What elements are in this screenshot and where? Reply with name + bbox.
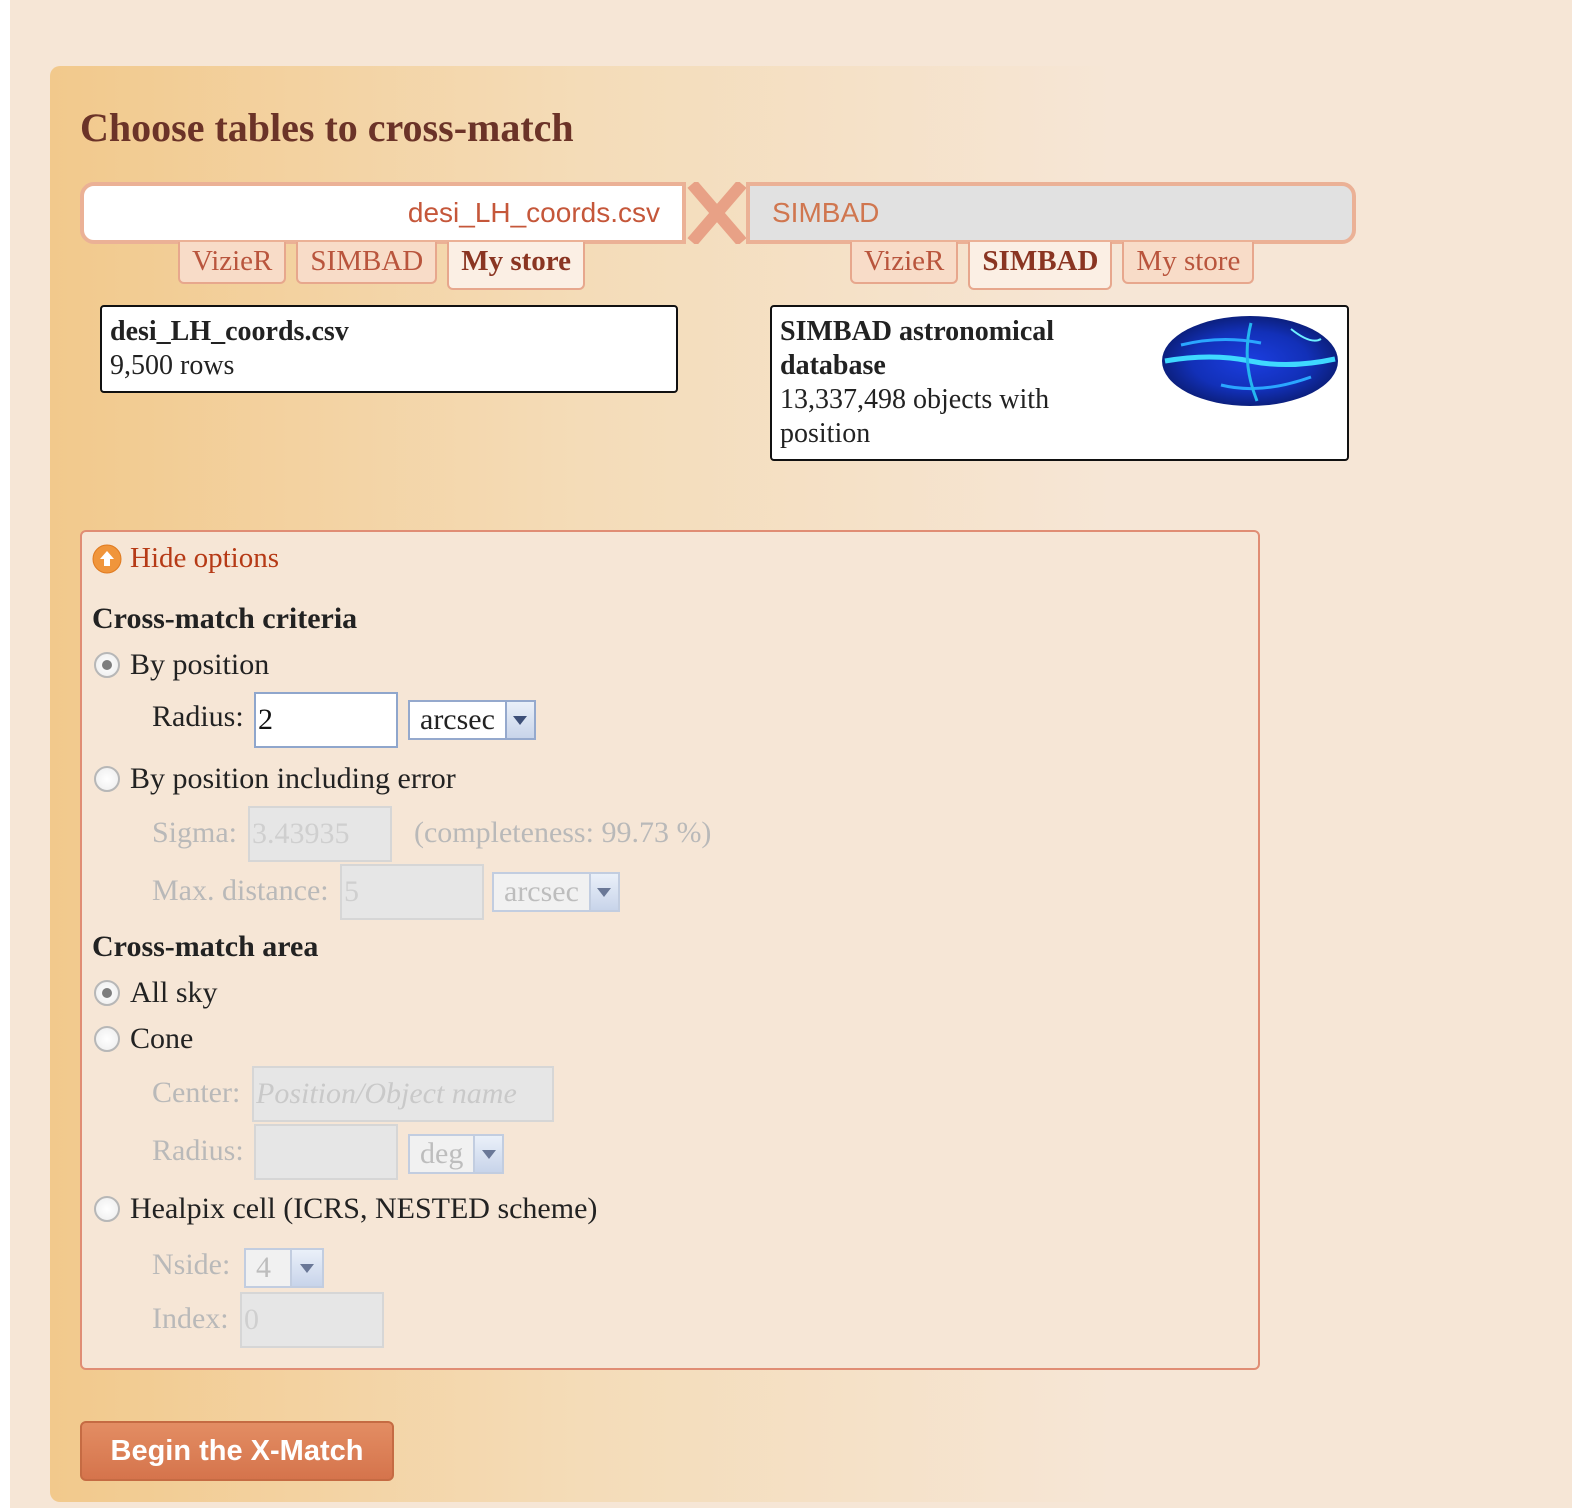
all-sky-option[interactable]: All sky bbox=[94, 976, 218, 1010]
hide-options-toggle[interactable]: Hide options bbox=[92, 542, 279, 575]
nside-value: 4 bbox=[256, 1251, 271, 1284]
by-position-radio[interactable] bbox=[94, 652, 120, 678]
begin-xmatch-button[interactable]: Begin the X-Match bbox=[80, 1421, 394, 1481]
right-table-field[interactable]: SIMBAD bbox=[746, 182, 1356, 244]
options-panel: Hide options Cross-match criteria By pos… bbox=[80, 530, 1260, 1370]
max-distance-input[interactable]: 5 bbox=[340, 864, 484, 920]
radius-unit-select[interactable]: arcsec bbox=[408, 700, 536, 740]
max-distance-unit-value: arcsec bbox=[504, 875, 579, 908]
center-label: Center: bbox=[152, 1076, 241, 1109]
right-info-title-line2: database bbox=[780, 350, 886, 381]
left-info-title: desi_LH_coords.csv bbox=[110, 316, 349, 347]
by-position-error-label: By position including error bbox=[130, 762, 456, 795]
arrow-up-circle-icon bbox=[92, 544, 122, 573]
cone-radius-unit-select[interactable]: deg bbox=[408, 1134, 504, 1174]
by-position-option[interactable]: By position bbox=[94, 648, 269, 682]
cone-radius-input[interactable] bbox=[254, 1124, 398, 1180]
cone-label: Cone bbox=[130, 1022, 194, 1055]
by-position-error-option[interactable]: By position including error bbox=[94, 762, 456, 796]
crossmatch-x-icon bbox=[687, 182, 747, 244]
nside-label: Nside: bbox=[152, 1248, 231, 1281]
page-margin bbox=[0, 0, 10, 1508]
left-table-field[interactable]: desi_LH_coords.csv bbox=[80, 182, 686, 244]
cone-radius-label: Radius: bbox=[152, 1134, 244, 1167]
cone-radius-unit-value: deg bbox=[420, 1137, 464, 1170]
index-label: Index: bbox=[152, 1302, 229, 1335]
all-sky-label: All sky bbox=[130, 976, 218, 1009]
right-tab-vizier[interactable]: VizieR bbox=[850, 242, 959, 284]
left-info-rows: 9,500 rows bbox=[110, 350, 235, 381]
cone-radio[interactable] bbox=[94, 1026, 120, 1052]
right-info-count-line2: position bbox=[780, 418, 871, 449]
criteria-heading: Cross-match criteria bbox=[92, 602, 358, 635]
left-table-info: desi_LH_coords.csv 9,500 rows bbox=[100, 305, 678, 393]
by-position-error-radio[interactable] bbox=[94, 766, 120, 792]
page-title: Choose tables to cross-match bbox=[80, 105, 574, 150]
healpix-radio[interactable] bbox=[94, 1196, 120, 1222]
right-info-title-line1: SIMBAD astronomical bbox=[780, 316, 1055, 347]
by-position-label: By position bbox=[130, 648, 270, 681]
left-tab-my-store[interactable]: My store bbox=[447, 242, 586, 290]
hide-options-label: Hide options bbox=[130, 542, 280, 574]
right-tab-my-store[interactable]: My store bbox=[1122, 242, 1255, 284]
index-input[interactable]: 0 bbox=[240, 1292, 384, 1348]
left-tab-simbad[interactable]: SIMBAD bbox=[296, 242, 438, 284]
allsky-map-icon bbox=[1162, 316, 1338, 406]
cone-option[interactable]: Cone bbox=[94, 1022, 193, 1056]
center-input[interactable] bbox=[252, 1066, 554, 1122]
max-distance-unit-select[interactable]: arcsec bbox=[492, 872, 620, 912]
sigma-label: Sigma: bbox=[152, 816, 238, 849]
chevron-down-icon bbox=[473, 1136, 502, 1172]
left-tab-vizier[interactable]: VizieR bbox=[178, 242, 287, 284]
completeness-text: (completeness: 99.73 %) bbox=[414, 816, 712, 849]
area-heading: Cross-match area bbox=[92, 930, 319, 963]
max-distance-label: Max. distance: bbox=[152, 874, 329, 907]
right-source-tabs: VizieR SIMBAD My store bbox=[850, 242, 1255, 290]
radius-input[interactable]: 2 bbox=[254, 692, 398, 748]
right-tab-simbad[interactable]: SIMBAD bbox=[968, 242, 1113, 290]
chevron-down-icon bbox=[290, 1250, 322, 1286]
sigma-input[interactable]: 3.43935 bbox=[248, 806, 392, 862]
all-sky-radio[interactable] bbox=[94, 980, 120, 1006]
radius-label: Radius: bbox=[152, 700, 244, 733]
nside-select[interactable]: 4 bbox=[244, 1248, 324, 1288]
chevron-down-icon bbox=[588, 874, 618, 910]
healpix-option[interactable]: Healpix cell (ICRS, NESTED scheme) bbox=[94, 1192, 597, 1226]
radius-unit-value: arcsec bbox=[420, 703, 495, 736]
right-table-info: SIMBAD astronomical database 13,337,498 … bbox=[770, 305, 1349, 461]
chevron-down-icon bbox=[504, 702, 534, 738]
left-source-tabs: VizieR SIMBAD My store bbox=[178, 242, 586, 290]
healpix-label: Healpix cell (ICRS, NESTED scheme) bbox=[130, 1192, 598, 1225]
